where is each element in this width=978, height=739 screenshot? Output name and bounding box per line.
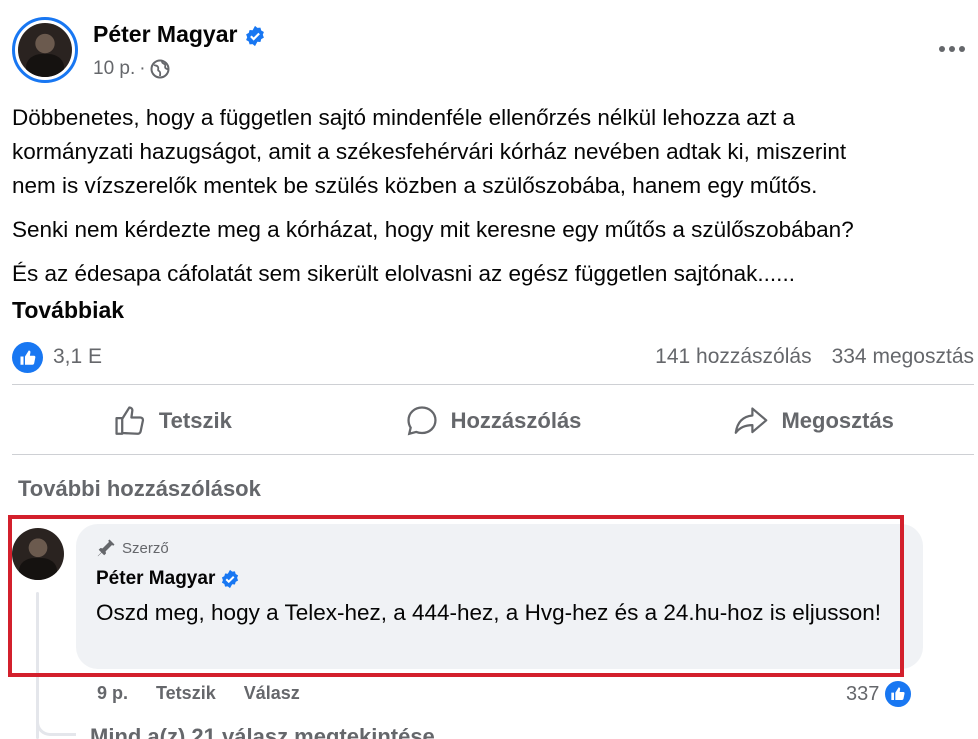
comment-like-button[interactable]: Tetszik bbox=[156, 683, 216, 704]
view-replies-link[interactable]: Mind a(z) 21 válasz megtekintése bbox=[90, 724, 435, 739]
share-arrow-icon bbox=[735, 407, 768, 434]
divider bbox=[12, 454, 974, 455]
highlight-box bbox=[8, 515, 904, 677]
see-more-link[interactable]: Továbbiak bbox=[12, 297, 124, 324]
post-meta: 10 p. · bbox=[93, 58, 170, 80]
share-count[interactable]: 334 megosztás bbox=[832, 345, 974, 369]
post-time[interactable]: 10 p. bbox=[93, 58, 135, 80]
post-paragraph: nem is vízszerelők mentek be szülés közb… bbox=[12, 173, 818, 198]
thumbs-up-icon bbox=[115, 406, 144, 435]
comment-reaction-count: 337 bbox=[846, 682, 880, 705]
like-reaction-icon bbox=[883, 679, 914, 709]
post-paragraph: És az édesapa cáfolatát sem sikerült elo… bbox=[12, 261, 795, 286]
post-paragraph: kormányzati hazugságot, amit a székesfeh… bbox=[12, 139, 847, 164]
comment-actions: 9 p. Tetszik Válasz bbox=[97, 683, 300, 704]
like-reaction-icon[interactable] bbox=[12, 342, 43, 373]
comment-button[interactable]: Hozzászólás bbox=[333, 390, 654, 452]
author-name[interactable]: Péter Magyar bbox=[93, 21, 266, 48]
comment-time[interactable]: 9 p. bbox=[97, 683, 128, 704]
post-header: Péter Magyar 10 p. · bbox=[12, 17, 972, 87]
post-paragraph: Senki nem kérdezte meg a kórházat, hogy … bbox=[12, 217, 854, 242]
like-button-label: Tetszik bbox=[158, 408, 232, 433]
share-button[interactable]: Megosztás bbox=[653, 390, 974, 452]
author-name-text[interactable]: Péter Magyar bbox=[93, 21, 237, 47]
meta-separator: · bbox=[139, 58, 146, 79]
verified-badge-icon bbox=[245, 25, 264, 47]
globe-icon[interactable] bbox=[150, 59, 170, 79]
comment-reply-button[interactable]: Válasz bbox=[244, 683, 300, 704]
comment-reactions[interactable]: 337 bbox=[846, 679, 914, 709]
reaction-count[interactable]: 3,1 E bbox=[53, 345, 102, 369]
post-body: Döbbenetes, hogy a független sajtó minde… bbox=[12, 101, 972, 291]
speech-bubble-icon bbox=[407, 406, 437, 436]
post-paragraph: Döbbenetes, hogy a független sajtó minde… bbox=[12, 105, 796, 130]
more-comments-link[interactable]: További hozzászólások bbox=[18, 476, 261, 502]
post-actions: Tetszik Hozzászólás Megosztás bbox=[12, 390, 974, 452]
divider bbox=[12, 384, 974, 385]
share-button-label: Megosztás bbox=[781, 408, 894, 433]
like-button[interactable]: Tetszik bbox=[12, 390, 333, 452]
comment-button-label: Hozzászólás bbox=[450, 408, 582, 433]
more-options-button[interactable] bbox=[932, 35, 972, 63]
author-avatar[interactable] bbox=[12, 17, 78, 83]
comment-count[interactable]: 141 hozzászólás bbox=[655, 345, 811, 369]
post-stats: 3,1 E 141 hozzászólás 334 megosztás bbox=[12, 340, 974, 374]
thread-connector bbox=[36, 700, 76, 736]
more-dots-icon bbox=[939, 46, 945, 52]
